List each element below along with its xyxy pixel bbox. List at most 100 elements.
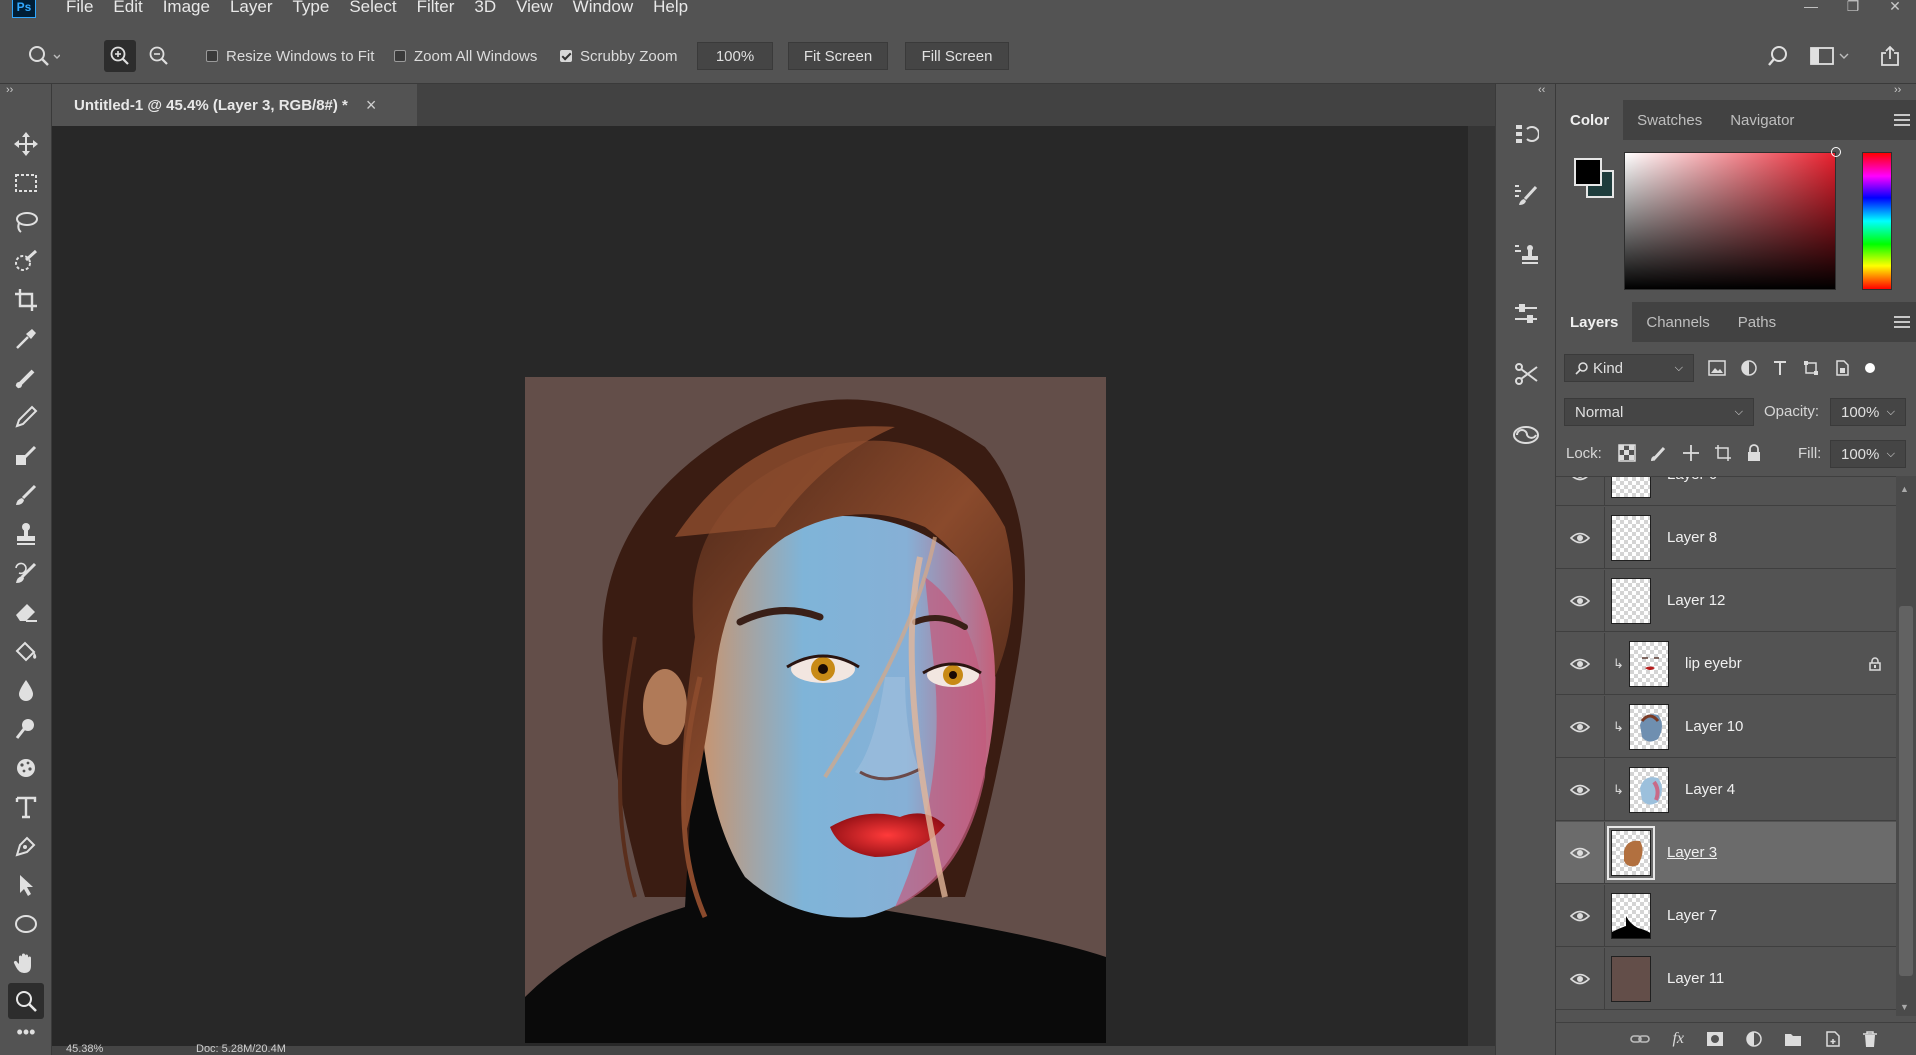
close-window-button[interactable]: ✕ (1874, 0, 1916, 16)
workspace-switcher[interactable] (1808, 28, 1852, 84)
lock-artboard-icon[interactable] (1714, 444, 1732, 462)
blur-tool[interactable] (8, 672, 44, 708)
tab-channels[interactable]: Channels (1632, 302, 1723, 342)
new-layer-icon[interactable] (1824, 1031, 1840, 1047)
layer-visibility-toggle[interactable] (1556, 910, 1604, 922)
layer-name[interactable]: Layer 12 (1667, 592, 1725, 609)
zoom-tool[interactable] (8, 983, 44, 1019)
layer-row[interactable]: Layer 3 (1556, 821, 1896, 884)
layer-visibility-toggle[interactable] (1556, 721, 1604, 733)
layer-row[interactable]: Layer 11 (1556, 947, 1896, 1010)
layer-row[interactable]: Layer 8 (1556, 506, 1896, 569)
layer-name[interactable]: Layer 11 (1667, 970, 1724, 987)
layer-visibility-toggle[interactable] (1556, 847, 1604, 859)
artwork-canvas[interactable] (525, 377, 1106, 1043)
smart-object-filter-icon[interactable] (1834, 360, 1850, 376)
scrubby-zoom-checkbox[interactable] (560, 50, 572, 62)
collapse-toolbar-icon[interactable]: ›› (6, 84, 13, 96)
fill-screen-button[interactable]: Fill Screen (905, 42, 1009, 70)
layer-visibility-toggle[interactable] (1556, 784, 1604, 796)
zoom-all-windows-option[interactable]: Zoom All Windows (394, 28, 537, 84)
shape-filter-icon[interactable] (1803, 360, 1819, 376)
opacity-input[interactable]: 100% ⌵ (1830, 398, 1906, 426)
scrubby-zoom-option[interactable]: Scrubby Zoom (560, 28, 678, 84)
foreground-color-swatch[interactable] (1574, 158, 1602, 186)
layer-visibility-toggle[interactable] (1556, 658, 1604, 670)
healing-brush-tool[interactable] (8, 360, 44, 396)
pixel-filter-icon[interactable] (1708, 360, 1726, 376)
tab-color[interactable]: Color (1556, 100, 1624, 140)
layer-name[interactable]: lip eyebr (1685, 655, 1742, 672)
type-filter-icon[interactable] (1772, 360, 1788, 376)
menu-type[interactable]: Type (292, 0, 329, 17)
menu-layer[interactable]: Layer (230, 0, 273, 17)
sponge-tool[interactable] (8, 750, 44, 786)
layer-row[interactable]: ↳ Layer 10 (1556, 695, 1896, 758)
pen-tool[interactable] (8, 828, 44, 864)
stamp-tool[interactable] (8, 516, 44, 552)
type-tool[interactable] (8, 789, 44, 825)
layer-thumbnail[interactable] (1611, 955, 1651, 1002)
adjustment-filter-icon[interactable] (1741, 360, 1757, 376)
lock-position-icon[interactable] (1682, 444, 1700, 462)
path-selection-tool[interactable] (8, 867, 44, 903)
quick-selection-tool[interactable] (8, 243, 44, 279)
ellipse-tool[interactable] (8, 906, 44, 942)
resize-windows-option[interactable]: Resize Windows to Fit (206, 28, 374, 84)
marquee-tool[interactable] (8, 165, 44, 201)
menu-window[interactable]: Window (573, 0, 633, 17)
layer-visibility-toggle[interactable] (1556, 973, 1604, 985)
layer-name[interactable]: Layer 10 (1685, 718, 1743, 735)
layer-thumbnail[interactable] (1611, 892, 1651, 939)
layers-scrollbar[interactable]: ▲ ▼ (1896, 476, 1916, 1016)
layer-name[interactable]: Layer 6 (1667, 477, 1717, 483)
fit-screen-button[interactable]: Fit Screen (788, 42, 888, 70)
layer-style-fx-icon[interactable]: fx (1672, 1030, 1684, 1048)
eraser-tool[interactable] (8, 594, 44, 630)
layer-thumbnail[interactable] (1611, 477, 1651, 498)
move-tool[interactable] (8, 126, 44, 162)
layer-row[interactable]: ↳ Layer 4 (1556, 758, 1896, 821)
filter-toggle-icon[interactable] (1865, 363, 1875, 373)
tool-presets-button[interactable] (1510, 358, 1542, 390)
menu-view[interactable]: View (516, 0, 553, 17)
layer-row[interactable]: Layer 12 (1556, 569, 1896, 632)
layer-thumbnail[interactable] (1629, 766, 1669, 813)
brush-tool[interactable] (8, 477, 44, 513)
scroll-down-icon[interactable]: ▼ (1900, 1002, 1909, 1012)
layer-name[interactable]: Layer 7 (1667, 907, 1717, 924)
layer-thumbnail[interactable] (1607, 825, 1655, 880)
scroll-up-icon[interactable]: ▲ (1900, 484, 1909, 494)
lock-pixels-icon[interactable] (1650, 444, 1668, 462)
collapse-panels-icon[interactable]: ›› (1894, 84, 1901, 96)
layer-visibility-toggle[interactable] (1556, 532, 1604, 544)
color-picker-cursor[interactable] (1831, 147, 1841, 157)
layer-name[interactable]: Layer 8 (1667, 529, 1717, 546)
layer-visibility-toggle[interactable] (1556, 477, 1604, 481)
dodge-tool[interactable] (8, 711, 44, 747)
add-mask-icon[interactable] (1706, 1031, 1724, 1047)
menu-select[interactable]: Select (349, 0, 396, 17)
zoom-all-checkbox[interactable] (394, 50, 406, 62)
search-button[interactable] (1766, 28, 1790, 84)
color-field[interactable] (1624, 147, 1841, 290)
tab-layers[interactable]: Layers (1556, 302, 1633, 342)
hue-slider[interactable] (1862, 152, 1892, 290)
status-zoom[interactable]: 45.38% (66, 1043, 103, 1055)
new-group-folder-icon[interactable] (1784, 1031, 1802, 1047)
link-layers-icon[interactable] (1630, 1032, 1651, 1046)
zoom-in-button[interactable] (104, 40, 136, 72)
restore-button[interactable]: ❐ (1832, 0, 1874, 16)
new-adjustment-layer-icon[interactable] (1746, 1031, 1762, 1047)
tab-navigator[interactable]: Navigator (1716, 100, 1808, 140)
canvas-area[interactable] (52, 126, 1468, 1046)
clone-stamp-tool[interactable] (8, 438, 44, 474)
history-brush-tool[interactable] (8, 555, 44, 591)
hand-tool[interactable] (8, 945, 44, 981)
share-button[interactable] (1878, 28, 1902, 84)
lock-transparent-icon[interactable] (1618, 444, 1636, 462)
delete-layer-trash-icon[interactable] (1862, 1030, 1878, 1048)
menu-file[interactable]: File (66, 0, 93, 17)
layer-thumbnail[interactable] (1611, 577, 1651, 624)
lock-all-icon[interactable] (1746, 444, 1762, 462)
